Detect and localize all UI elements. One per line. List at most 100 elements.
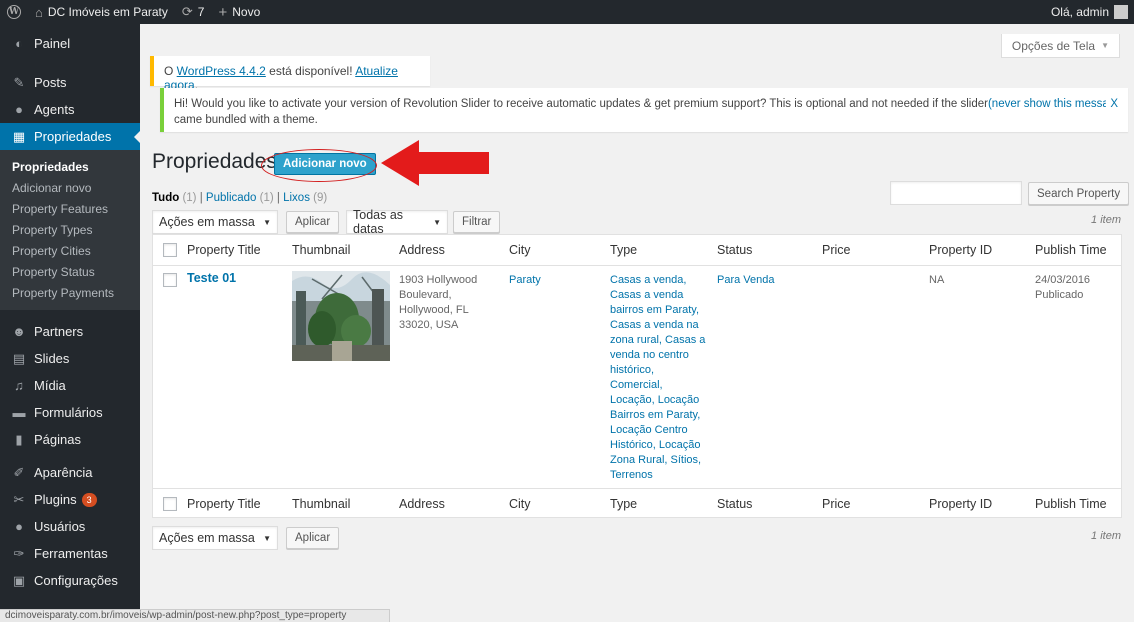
bulk-actions-select-top[interactable]: Ações em massa ▼ xyxy=(152,210,278,234)
apply-button-bottom[interactable]: Aplicar xyxy=(286,527,340,549)
column-footer: Type xyxy=(610,497,638,511)
bulk-actions-value: Ações em massa xyxy=(159,531,255,545)
property-thumbnail[interactable] xyxy=(292,271,390,361)
account-menu[interactable]: Olá, admin xyxy=(1044,0,1134,24)
row-checkbox[interactable] xyxy=(163,273,177,287)
submenu-item-property-types[interactable]: Property Types xyxy=(0,220,140,241)
menu-label: Propriedades xyxy=(34,129,112,144)
search-property-button[interactable]: Search Property xyxy=(1028,182,1130,205)
column-footer: Price xyxy=(822,497,851,511)
menu-item-posts[interactable]: ✎ Posts xyxy=(0,69,140,96)
never-show-link[interactable]: (never show this message again) xyxy=(988,98,1106,110)
menu-item-midia[interactable]: ♫ Mídia xyxy=(0,372,140,399)
menu-label: Páginas xyxy=(34,432,81,447)
menu-item-usuarios[interactable]: ● Usuários xyxy=(0,513,140,540)
column-header: Type xyxy=(610,243,638,257)
status-filter-links: Tudo (1) | Publicado (1) | Lixos (9) xyxy=(152,192,327,204)
filter-published-link[interactable]: Publicado xyxy=(206,192,257,204)
screen-options-button[interactable]: Opções de Tela ▼ xyxy=(1000,34,1120,58)
menu-label: Formulários xyxy=(34,405,103,420)
site-name: DC Imóveis em Paraty xyxy=(47,5,168,19)
menu-item-slides[interactable]: ▤ Slides xyxy=(0,345,140,372)
date-filter-select[interactable]: Todas as datas ▼ xyxy=(346,208,448,236)
date-filter-value: Todas as datas xyxy=(353,208,404,236)
menu-item-painel[interactable]: ◐ Painel xyxy=(0,30,140,57)
settings-icon: ▣ xyxy=(12,572,26,588)
plugins-update-badge: 3 xyxy=(81,492,97,507)
column-footer: City xyxy=(509,497,531,511)
new-content-link[interactable]: + Novo xyxy=(211,0,267,24)
wordpress-version-link[interactable]: WordPress 4.4.2 xyxy=(177,64,266,78)
users-icon: ● xyxy=(15,519,23,534)
slides-icon: ▤ xyxy=(12,350,26,366)
search-input[interactable] xyxy=(890,181,1022,205)
column-header: Status xyxy=(717,243,753,257)
menu-item-ferramentas[interactable]: ✑ Ferramentas xyxy=(0,540,140,567)
column-footer[interactable]: Property Title xyxy=(187,497,261,511)
publish-state: Publicado xyxy=(1035,289,1084,301)
menu-item-propriedades[interactable]: ▦ Propriedades xyxy=(0,123,140,150)
menu-item-plugins[interactable]: ✂ Plugins 3 xyxy=(0,486,140,513)
revslider-text: Hi! Would you like to activate your vers… xyxy=(174,98,988,110)
property-status-link[interactable]: Para Venda xyxy=(717,273,775,288)
column-header[interactable]: Property Title xyxy=(187,243,261,257)
submenu-item-propriedades[interactable]: Propriedades xyxy=(0,157,140,178)
propriedades-submenu: Propriedades Adicionar novo Property Fea… xyxy=(0,150,140,310)
partners-icon: ☻ xyxy=(12,324,26,339)
filter-all-link[interactable]: Tudo xyxy=(152,192,179,204)
site-name-link[interactable]: ⌂ DC Imóveis em Paraty xyxy=(28,0,175,24)
column-header: Publish Time xyxy=(1035,243,1107,257)
column-header: Price xyxy=(822,243,851,257)
select-all-checkbox[interactable] xyxy=(163,243,177,257)
submenu-item-property-cities[interactable]: Property Cities xyxy=(0,241,140,262)
column-footer: Address xyxy=(399,497,445,511)
menu-label: Agents xyxy=(34,102,75,117)
submenu-item-property-payments[interactable]: Property Payments xyxy=(0,283,140,304)
refresh-icon: ⟳ xyxy=(181,4,193,19)
property-address: 1903 Hollywood Boulevard, Hollywood, FL … xyxy=(399,274,478,331)
media-icon: ♫ xyxy=(14,378,24,393)
thumbnail-image xyxy=(292,271,390,361)
menu-item-agents[interactable]: ● Agents xyxy=(0,96,140,123)
menu-item-aparencia[interactable]: ✐ Aparência xyxy=(0,459,140,486)
separator: | xyxy=(199,192,203,204)
pages-icon: ▮ xyxy=(15,431,23,447)
updates-count: 7 xyxy=(197,5,205,19)
plus-icon: + xyxy=(218,3,228,21)
filter-trash-count: (9) xyxy=(313,192,328,204)
filter-button[interactable]: Filtrar xyxy=(453,211,501,233)
bulk-actions-select-bottom[interactable]: Ações em massa ▼ xyxy=(152,526,278,550)
wordpress-logo-icon[interactable]: W xyxy=(0,0,28,24)
separator: | xyxy=(276,192,280,204)
table-header: Property Title Thumbnail Address City Ty… xyxy=(153,235,1121,266)
column-header: Thumbnail xyxy=(292,243,351,257)
revslider-notice: Hi! Would you like to activate your vers… xyxy=(160,88,1128,132)
menu-label: Ferramentas xyxy=(34,546,108,561)
dismiss-notice-button[interactable]: X xyxy=(1110,96,1118,112)
property-types[interactable]: Casas a venda, Casas a venda bairros em … xyxy=(610,273,707,483)
menu-label: Mídia xyxy=(34,378,66,393)
filter-trash-link[interactable]: Lixos xyxy=(283,192,310,204)
submenu-item-adicionar-novo[interactable]: Adicionar novo xyxy=(0,178,140,199)
property-title-link[interactable]: Teste 01 xyxy=(187,271,236,286)
chevron-down-icon: ▼ xyxy=(263,533,271,543)
apply-button-top[interactable]: Aplicar xyxy=(286,211,340,233)
home-icon: ⌂ xyxy=(35,4,43,20)
items-count-top: 1 item xyxy=(1091,214,1121,226)
dashboard-icon: ◐ xyxy=(15,36,23,51)
update-text-prefix: O xyxy=(164,64,177,78)
properties-table: Property Title Thumbnail Address City Ty… xyxy=(152,234,1122,518)
select-all-checkbox-footer[interactable] xyxy=(163,497,177,511)
menu-label: Aparência xyxy=(34,465,93,480)
menu-item-partners[interactable]: ☻ Partners xyxy=(0,318,140,345)
submenu-item-property-features[interactable]: Property Features xyxy=(0,199,140,220)
greeting: Olá, admin xyxy=(1050,5,1109,19)
column-footer: Status xyxy=(717,497,753,511)
menu-item-paginas[interactable]: ▮ Páginas xyxy=(0,426,140,453)
menu-item-configuracoes[interactable]: ▣ Configurações xyxy=(0,567,140,594)
submenu-item-property-status[interactable]: Property Status xyxy=(0,262,140,283)
menu-item-formularios[interactable]: ▬ Formulários xyxy=(0,399,140,426)
property-city-link[interactable]: Paraty xyxy=(509,273,541,288)
chevron-down-icon: ▼ xyxy=(263,217,271,227)
updates-link[interactable]: ⟳ 7 xyxy=(175,0,212,24)
